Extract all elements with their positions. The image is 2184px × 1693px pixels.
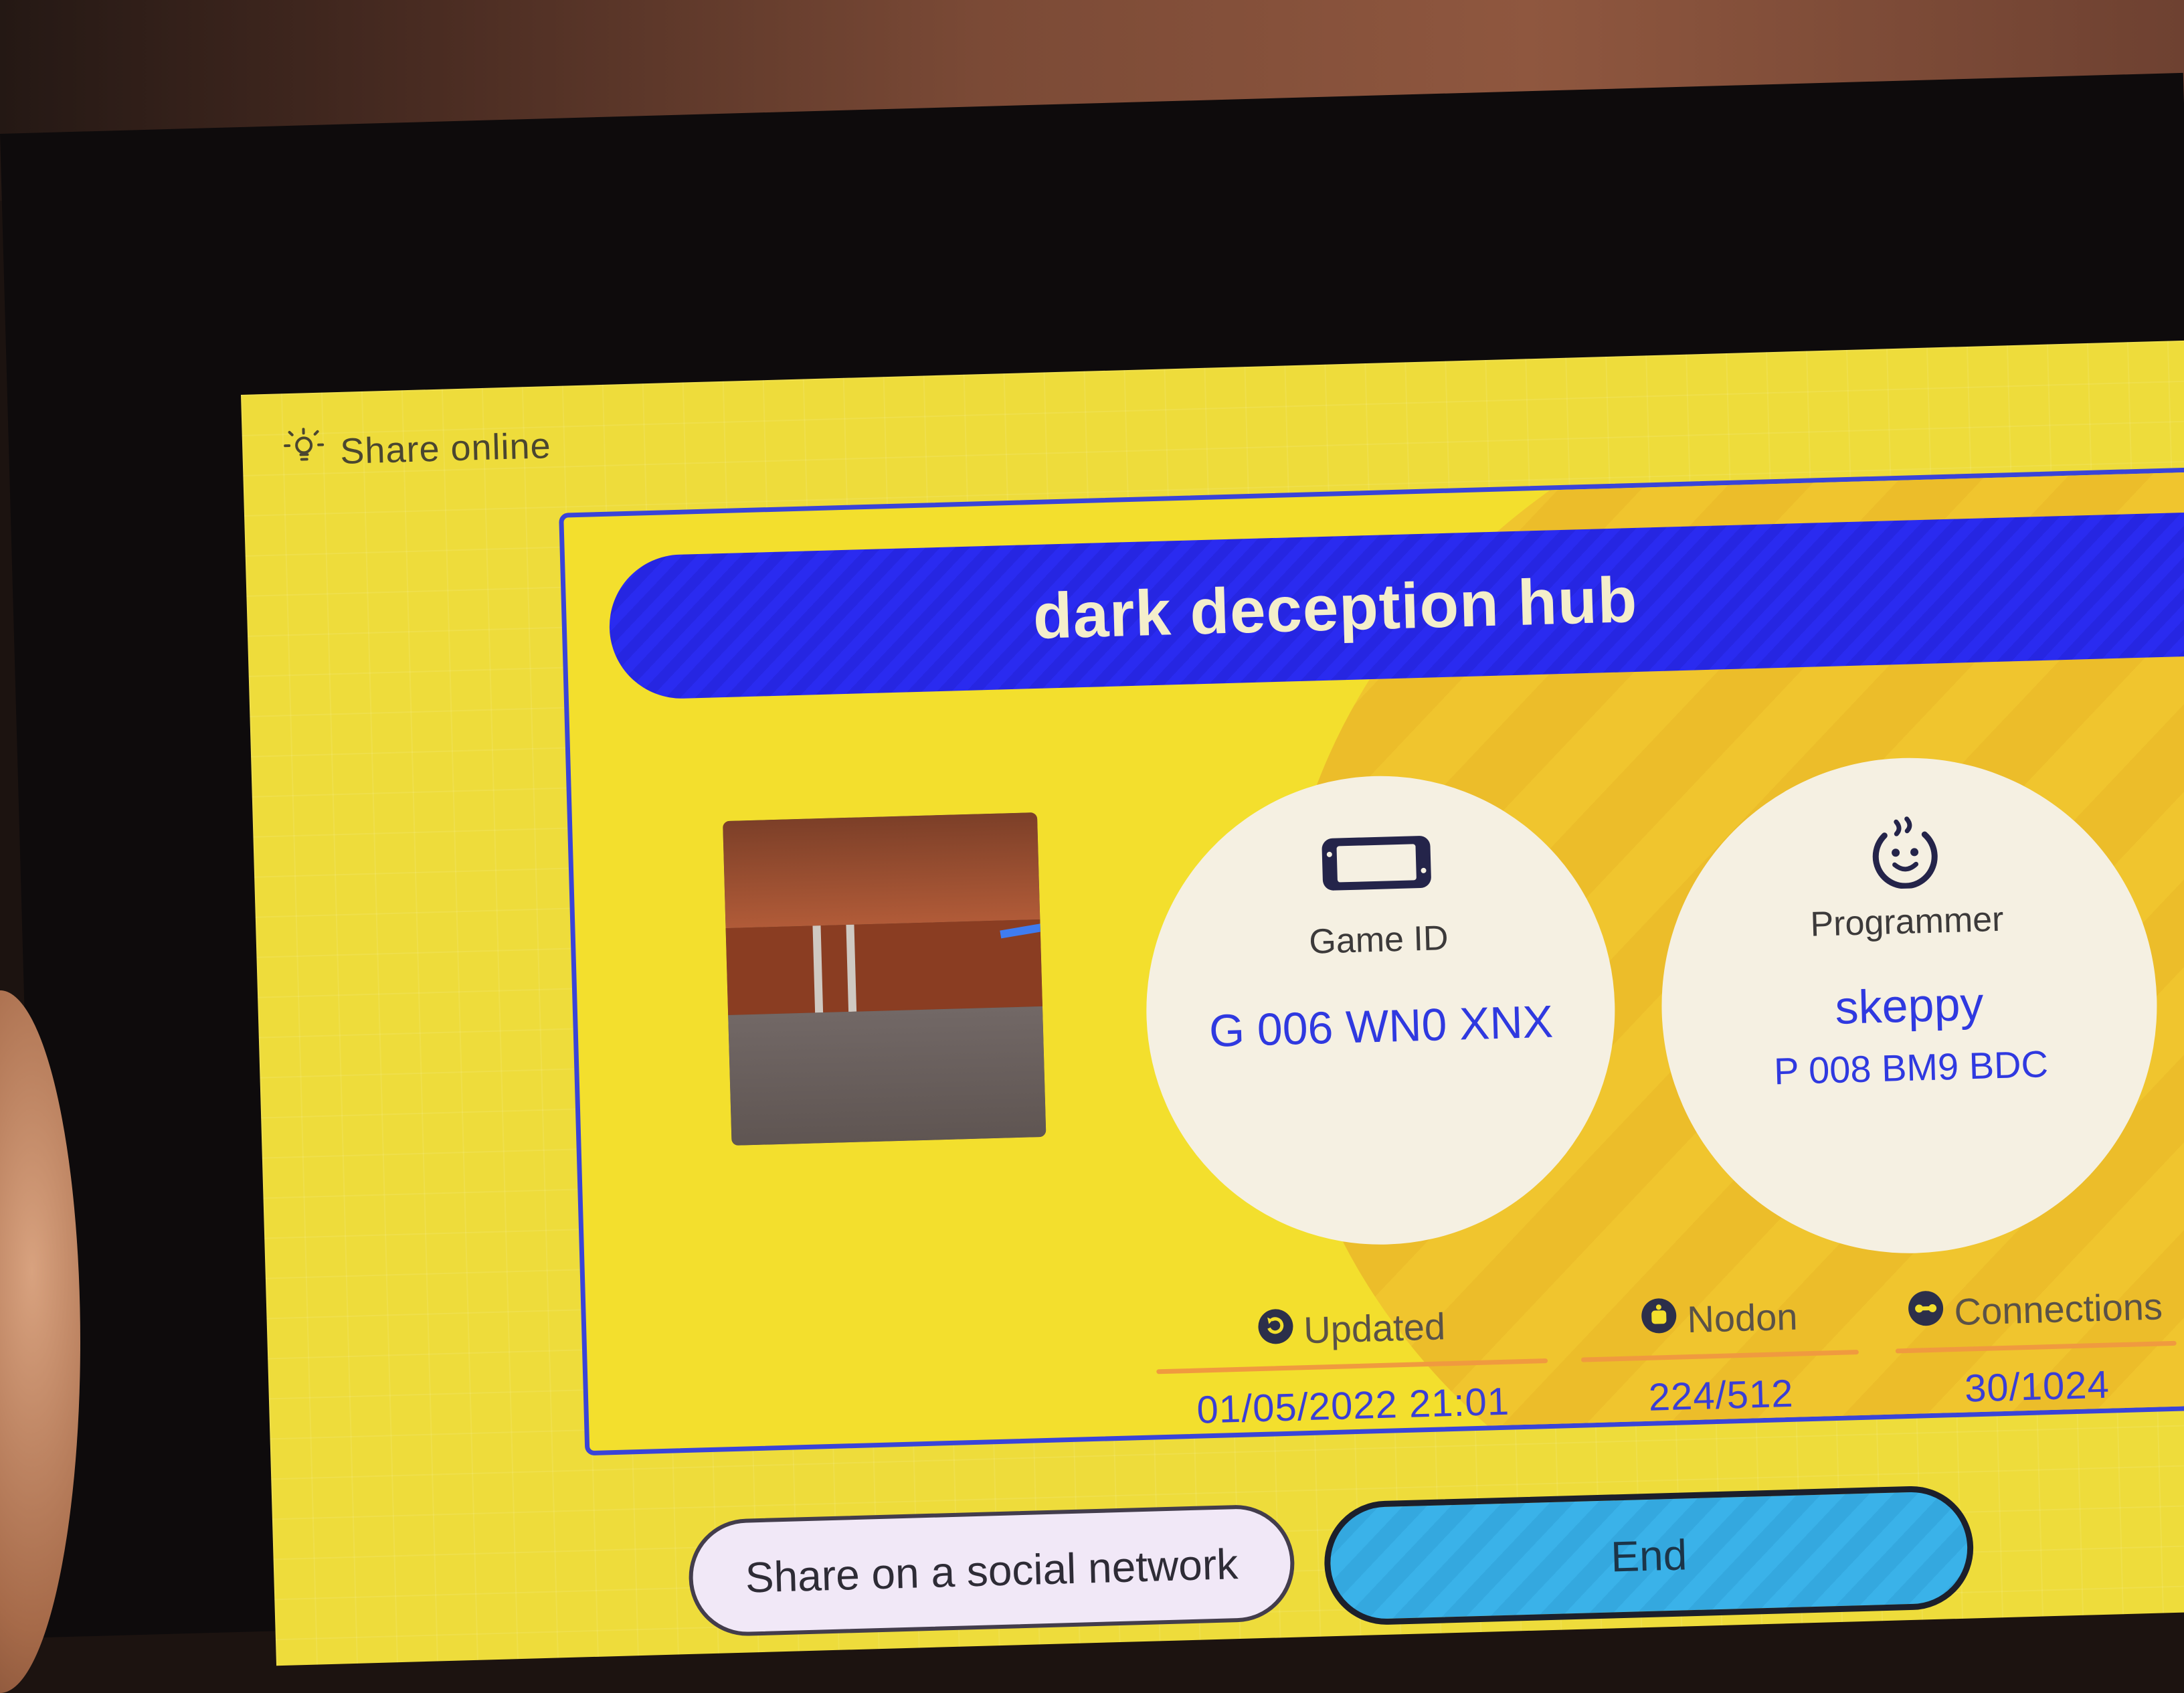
stat-updated: Updated 01/05/2022 21:01 — [1155, 1300, 1550, 1433]
screen-header: Share online — [282, 420, 551, 478]
game-title: dark deception hub — [608, 551, 2062, 666]
nodon-icon — [1639, 1297, 1678, 1344]
console-icon — [1142, 826, 1611, 903]
stat-nodon-divider — [1581, 1350, 1859, 1362]
share-online-screen: Share online dark deception hub — [241, 339, 2184, 1666]
game-id-value: G 006 WN0 XNX — [1146, 994, 1616, 1059]
game-thumbnail — [723, 812, 1046, 1146]
stat-updated-divider — [1156, 1358, 1548, 1374]
refresh-icon — [1256, 1308, 1295, 1355]
game-id-label: Game ID — [1144, 913, 1613, 967]
share-social-button[interactable]: Share on a social network — [687, 1504, 1296, 1637]
end-button[interactable]: End — [1323, 1484, 1975, 1626]
smiley-face-icon — [1657, 808, 2154, 899]
stat-connections: Connections 30/1024 — [1894, 1283, 2178, 1413]
stat-nodon-value: 224/512 — [1582, 1369, 1861, 1422]
stat-nodon-label: Nodon — [1686, 1295, 1798, 1342]
stat-connections-divider — [1896, 1341, 2177, 1354]
lightbulb-icon — [282, 426, 326, 479]
link-icon — [1907, 1289, 1946, 1336]
stat-nodon: Nodon 224/512 — [1580, 1291, 1861, 1422]
stat-updated-label: Updated — [1303, 1304, 1445, 1352]
header-label: Share online — [340, 425, 552, 472]
programmer-name: skeppy — [1661, 972, 2157, 1039]
stat-connections-value: 30/1024 — [1896, 1360, 2179, 1413]
game-card: dark deception hub Game ID G 006 WN0 XNX — [559, 462, 2184, 1455]
programmer-id: P 008 BM9 BDC — [1663, 1039, 2159, 1096]
programmer-label: Programmer — [1659, 895, 2155, 949]
stat-connections-label: Connections — [1954, 1284, 2163, 1334]
